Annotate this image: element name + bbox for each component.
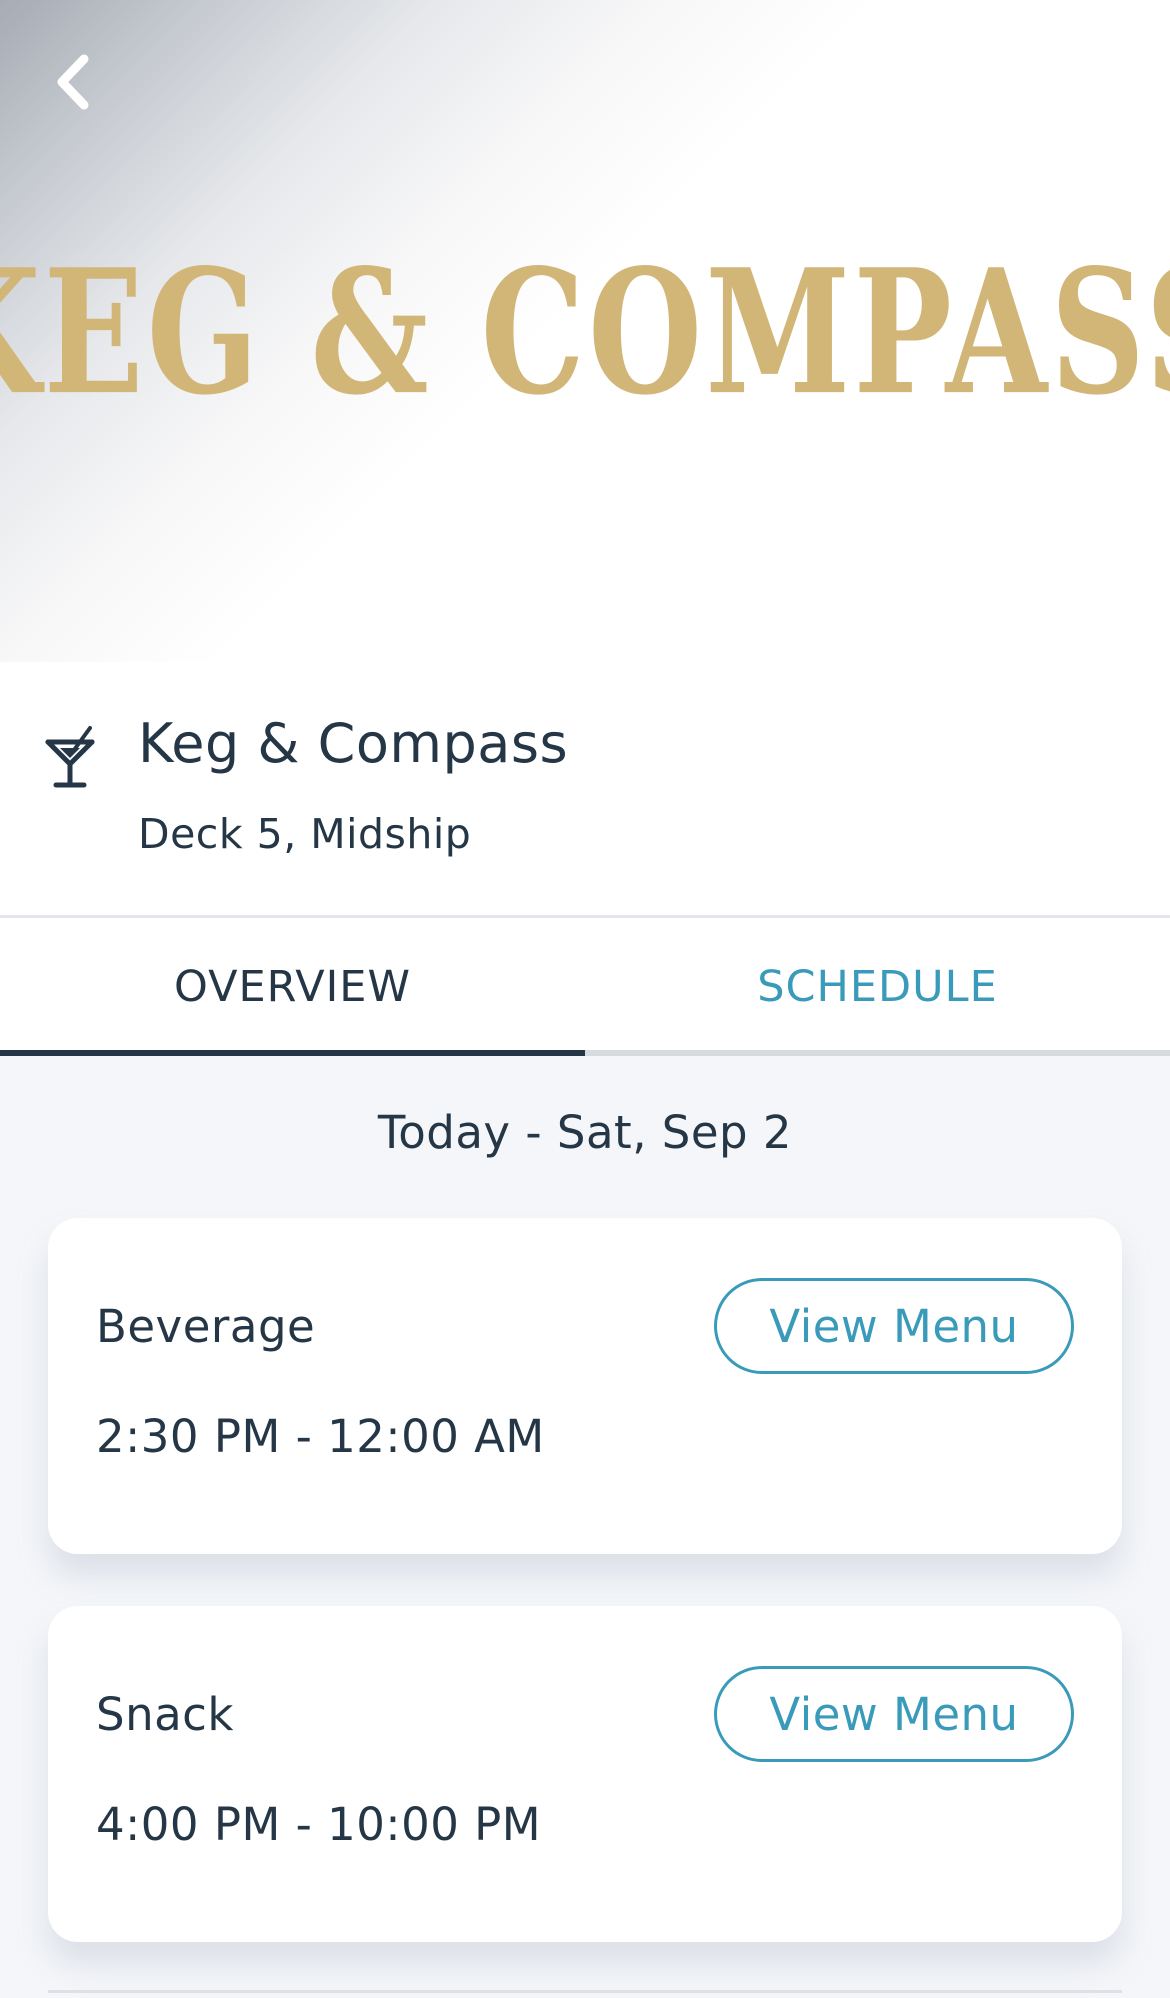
- venue-name: Keg & Compass: [138, 712, 569, 775]
- hero-banner: KEG & COMPASS: [0, 0, 1170, 662]
- tab-bar: OVERVIEW SCHEDULE: [0, 918, 1170, 1056]
- card-hours: 2:30 PM - 12:00 AM: [96, 1410, 545, 1463]
- schedule-card-snack: Snack 4:00 PM - 10:00 PM View Menu: [48, 1606, 1122, 1942]
- venue-logo-text: KEG & COMPASS: [0, 231, 1170, 433]
- tab-schedule[interactable]: SCHEDULE: [585, 918, 1170, 1056]
- chevron-left-icon: [57, 54, 89, 110]
- view-menu-button[interactable]: View Menu: [714, 1278, 1074, 1374]
- cocktail-glass-icon: [45, 726, 95, 788]
- bottom-divider: [48, 1990, 1122, 1993]
- date-heading: Today - Sat, Sep 2: [377, 1106, 793, 1159]
- venue-info: Keg & Compass Deck 5, Midship: [0, 662, 1170, 917]
- schedule-card-beverage: Beverage 2:30 PM - 12:00 AM View Menu: [48, 1218, 1122, 1554]
- card-title: Snack: [96, 1688, 234, 1741]
- schedule-section: Today - Sat, Sep 2 Beverage 2:30 PM - 12…: [0, 1056, 1170, 1998]
- tab-overview[interactable]: OVERVIEW: [0, 918, 585, 1056]
- back-button[interactable]: [40, 44, 104, 120]
- venue-logo: KEG & COMPASS: [0, 232, 1170, 432]
- card-hours: 4:00 PM - 10:00 PM: [96, 1798, 542, 1851]
- view-menu-button[interactable]: View Menu: [714, 1666, 1074, 1762]
- card-title: Beverage: [96, 1300, 316, 1353]
- venue-detail-page: KEG & COMPASS Keg & Compass Deck 5, Mids…: [0, 0, 1170, 1998]
- venue-location: Deck 5, Midship: [138, 810, 472, 858]
